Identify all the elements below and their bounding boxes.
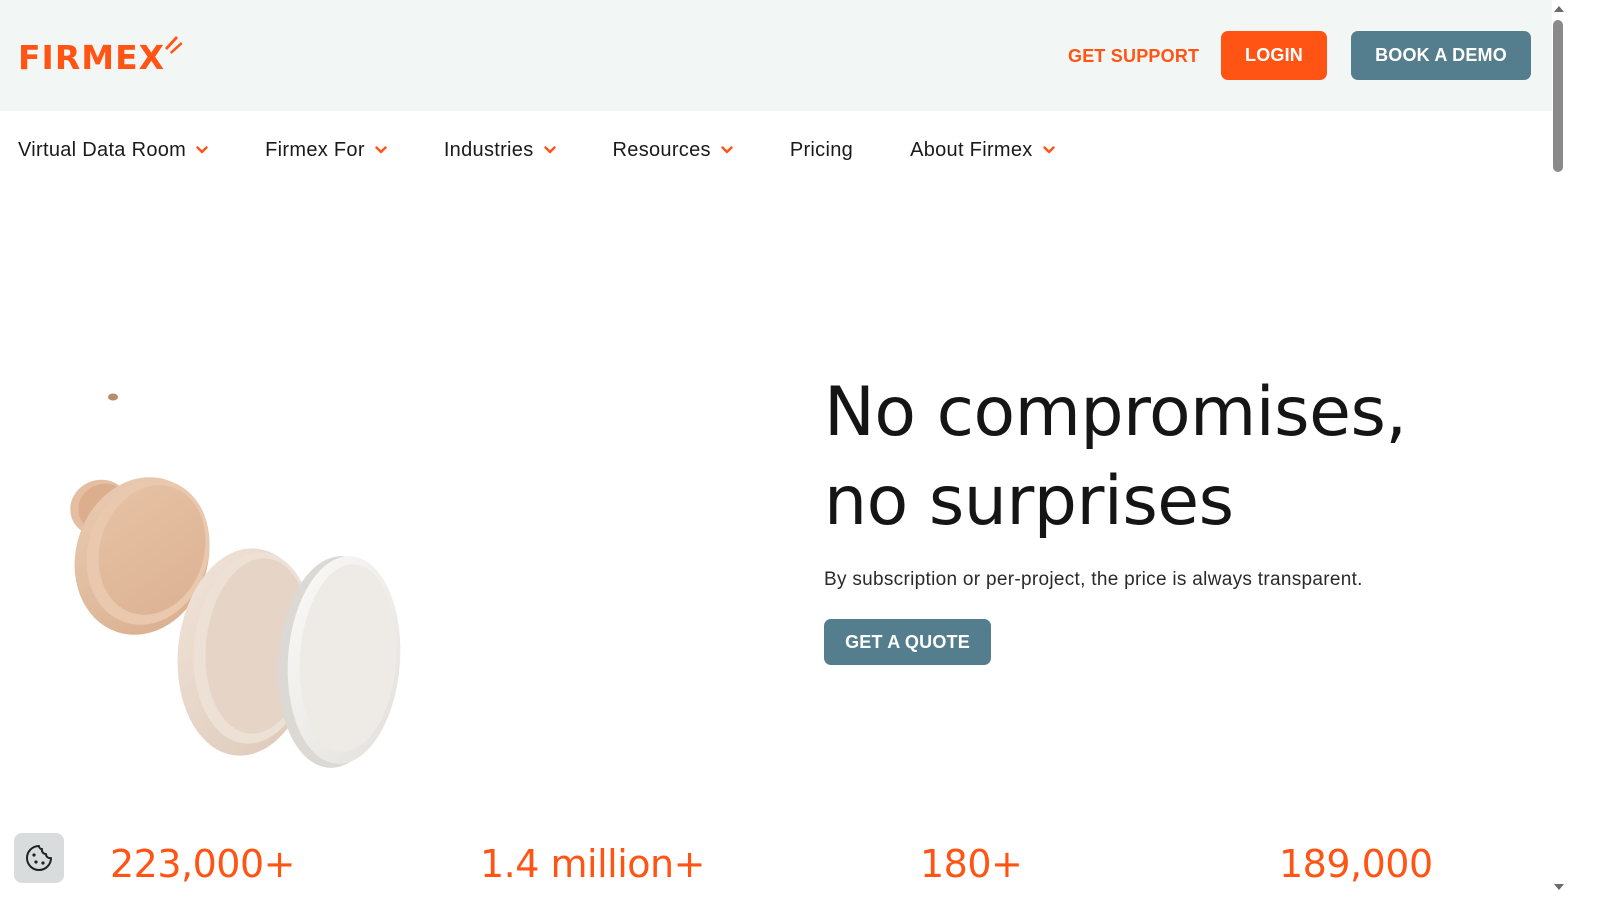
hero-subtext: By subscription or per-project, the pric… bbox=[824, 569, 1363, 590]
stat-value: 189,000 bbox=[1279, 842, 1433, 886]
firmex-logo[interactable]: FIRMEX bbox=[18, 36, 183, 80]
nav-item-about-firmex[interactable]: About Firmex bbox=[910, 139, 1055, 162]
nav-item-label: Virtual Data Room bbox=[18, 138, 187, 161]
nav-item-label: Pricing bbox=[789, 138, 854, 161]
chevron-down-icon bbox=[1042, 146, 1055, 154]
get-support-link[interactable]: GET SUPPORT bbox=[1068, 44, 1199, 68]
nav-item-industries[interactable]: Industries bbox=[444, 139, 556, 162]
chevron-down-icon bbox=[196, 146, 208, 154]
stat-value: 223,000+ bbox=[110, 842, 295, 886]
cookie-settings-button[interactable] bbox=[14, 833, 64, 883]
nav-item-virtual-data-room[interactable]: Virtual Data Room bbox=[18, 139, 208, 162]
book-demo-button[interactable]: BOOK A DEMO bbox=[1351, 31, 1531, 80]
nav-item-resources[interactable]: Resources bbox=[613, 139, 733, 162]
stat-value: 1.4 million+ bbox=[480, 842, 705, 886]
logo-wordmark: FIRMEX bbox=[18, 38, 166, 77]
nav-item-pricing[interactable]: Pricing bbox=[790, 139, 853, 162]
login-button[interactable]: LOGIN bbox=[1221, 31, 1327, 80]
cookie-icon bbox=[26, 845, 52, 871]
stats-row: 223,000+ 1.4 million+ 180+ 189,000 bbox=[0, 838, 1552, 898]
hero-headline-line-2: no surprises bbox=[824, 462, 1234, 541]
nav-item-label: Firmex For bbox=[265, 138, 365, 161]
hero-headline: No compromises, no surprises bbox=[824, 368, 1524, 546]
chevron-down-icon bbox=[721, 146, 733, 154]
nav-item-label: Industries bbox=[443, 138, 534, 161]
scroll-up-arrow-icon[interactable] bbox=[1553, 4, 1565, 14]
nav-item-label: Resources bbox=[612, 138, 711, 161]
hero-headline-line-1: No compromises, bbox=[824, 373, 1407, 452]
logo-mark-icon bbox=[165, 36, 183, 54]
nav-item-firmex-for[interactable]: Firmex For bbox=[265, 139, 387, 162]
get-quote-button[interactable]: GET A QUOTE bbox=[824, 619, 991, 665]
hero-coins-illustration bbox=[70, 393, 401, 768]
scrollbar-thumb[interactable] bbox=[1553, 20, 1563, 172]
nav-item-label: About Firmex bbox=[910, 138, 1033, 161]
top-bar: FIRMEX GET SUPPORT LOGIN BOOK A DEMO bbox=[0, 0, 1552, 111]
chevron-down-icon bbox=[543, 146, 556, 154]
chevron-down-icon bbox=[375, 146, 387, 154]
stat-value: 180+ bbox=[920, 842, 1023, 886]
main-nav: Virtual Data Room Firmex For Industries … bbox=[18, 134, 1055, 166]
scroll-down-arrow-icon[interactable] bbox=[1553, 882, 1565, 892]
